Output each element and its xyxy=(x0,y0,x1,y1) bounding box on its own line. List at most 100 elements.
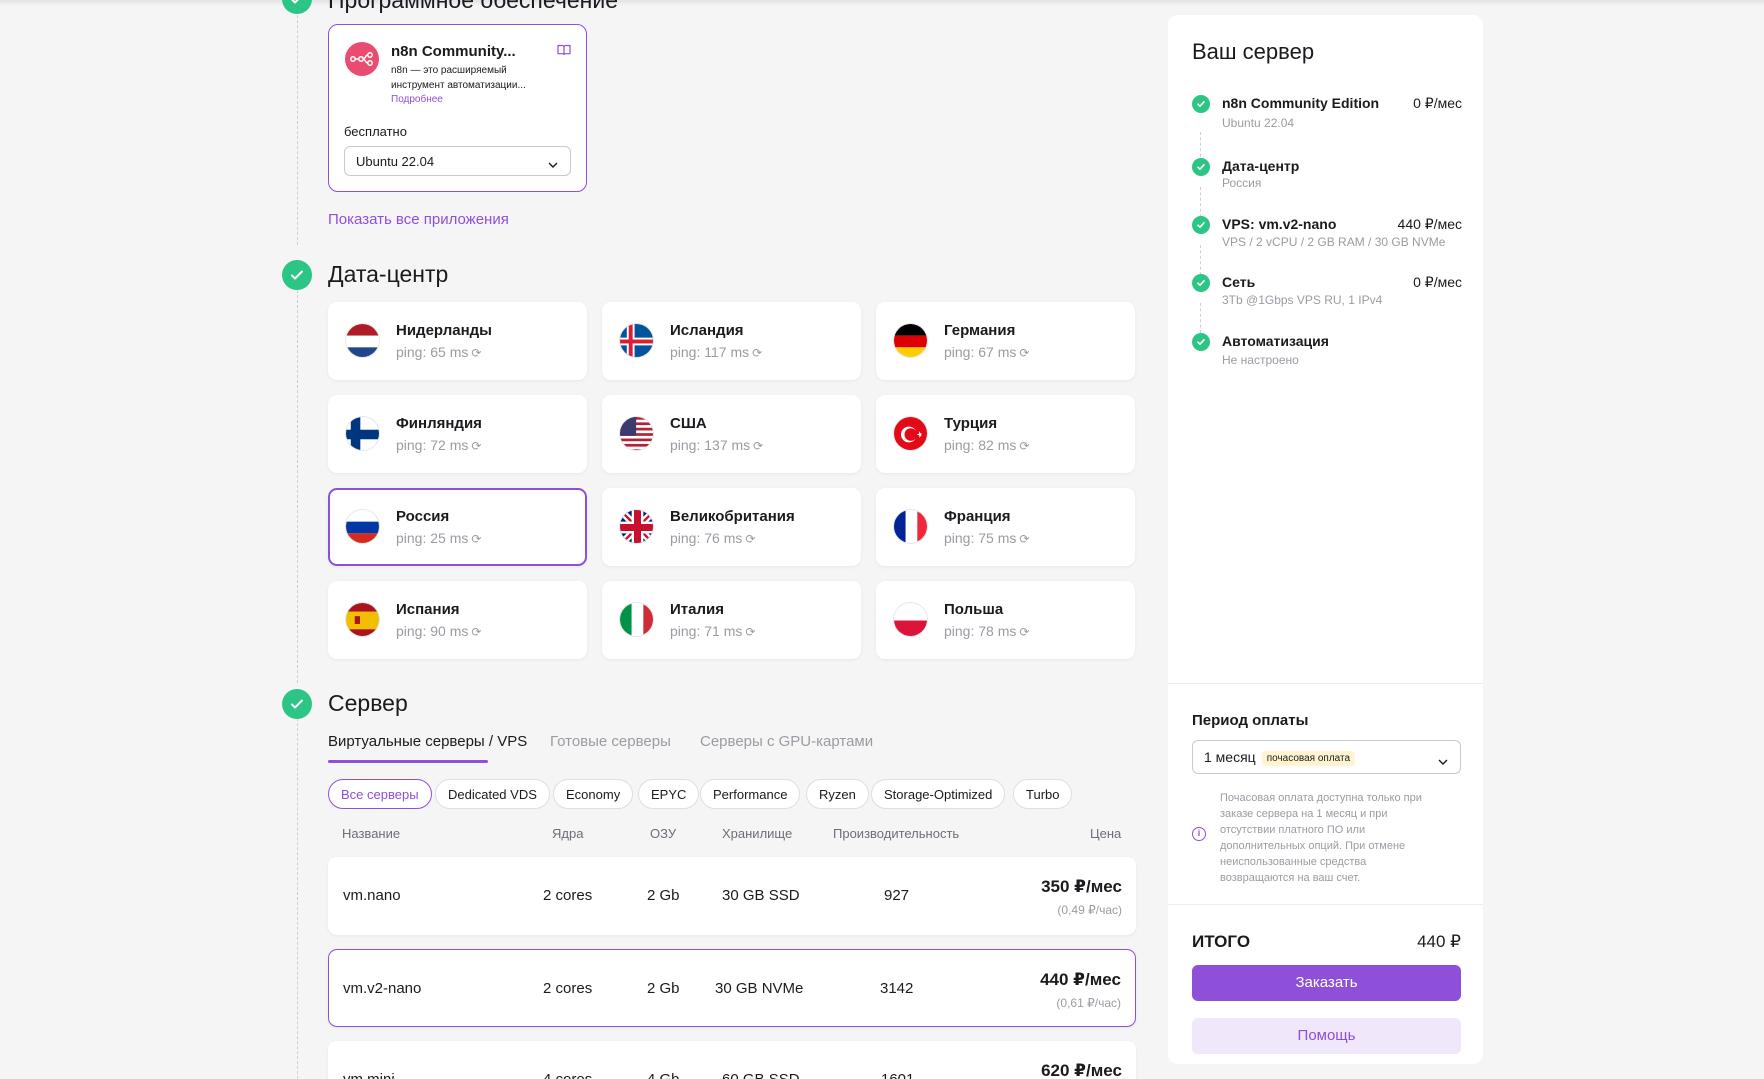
check-icon xyxy=(1192,274,1210,292)
show-all-apps-link[interactable]: Показать все приложения xyxy=(328,211,509,228)
country-card-finland[interactable]: Финляндия ping: 72 ms ⟳ xyxy=(328,395,587,473)
period-select[interactable]: 1 месяц почасовая оплата xyxy=(1192,740,1461,774)
refresh-icon[interactable]: ⟳ xyxy=(1019,532,1029,546)
poland-flag-icon xyxy=(893,602,928,637)
country-card-poland[interactable]: Польша ping: 78 ms ⟳ xyxy=(876,581,1135,659)
server-performance: 3142 xyxy=(880,980,914,997)
server-hourly-price: (0,61 ₽/час) xyxy=(1056,996,1121,1010)
iceland-flag-icon xyxy=(619,323,654,358)
refresh-icon[interactable]: ⟳ xyxy=(1019,439,1029,453)
server-row-vm-mini[interactable]: vm.mini 4 cores 4 Gb 60 GB SSD 1601 620 … xyxy=(328,1041,1136,1079)
check-icon xyxy=(1192,216,1210,234)
france-flag-icon xyxy=(893,509,928,544)
check-icon xyxy=(1192,95,1210,113)
summary-item-sub: VPS / 2 vCPU / 2 GB RAM / 30 GB NVMe xyxy=(1222,235,1446,249)
refresh-icon[interactable]: ⟳ xyxy=(471,346,481,360)
section-title-datacenter: Дата-центр xyxy=(328,261,449,287)
os-select-value: Ubuntu 22.04 xyxy=(356,154,435,169)
server-row-vm-nano[interactable]: vm.nano 2 cores 2 Gb 30 GB SSD 927 350 ₽… xyxy=(328,857,1136,935)
summary-item-name: Сеть xyxy=(1222,274,1256,290)
os-select[interactable]: Ubuntu 22.04 xyxy=(344,146,571,176)
book-icon[interactable] xyxy=(557,43,571,61)
tab-vps[interactable]: Виртуальные серверы / VPS xyxy=(328,733,527,750)
country-card-germany[interactable]: Германия ping: 67 ms ⟳ xyxy=(876,302,1135,380)
country-ping: ping: 75 ms ⟳ xyxy=(944,530,1030,546)
country-card-turkey[interactable]: Турция ping: 82 ms ⟳ xyxy=(876,395,1135,473)
tab-gpu[interactable]: Серверы с GPU-картами xyxy=(700,733,873,750)
refresh-icon[interactable]: ⟳ xyxy=(471,532,481,546)
refresh-icon[interactable]: ⟳ xyxy=(745,625,755,639)
chevron-down-icon xyxy=(548,156,558,171)
refresh-icon[interactable]: ⟳ xyxy=(752,346,762,360)
filter-chip-turbo[interactable]: Turbo xyxy=(1013,779,1073,809)
column-header-performance[interactable]: Производительность xyxy=(833,826,959,841)
software-more-link[interactable]: Подробнее xyxy=(391,94,443,105)
timeline-line xyxy=(297,0,298,245)
summary-item-sub: Ubuntu 22.04 xyxy=(1222,116,1295,130)
column-header-name[interactable]: Название xyxy=(342,826,400,841)
server-cores: 2 cores xyxy=(543,887,593,904)
hourly-badge: почасовая оплата xyxy=(1261,751,1356,766)
summary-dash xyxy=(1200,245,1201,275)
country-name: Италия xyxy=(670,601,724,618)
summary-item-sub: Не настроено xyxy=(1222,353,1299,367)
active-tab-indicator xyxy=(328,760,488,763)
filter-chip-all[interactable]: Все серверы xyxy=(328,779,432,809)
country-ping: ping: 71 ms ⟳ xyxy=(670,623,756,639)
server-price: 350 ₽/мес xyxy=(1041,877,1122,896)
summary-panel: Ваш сервер n8n Community Edition 0 ₽/мес… xyxy=(1168,15,1483,1064)
russia-flag-icon xyxy=(345,509,380,544)
refresh-icon[interactable]: ⟳ xyxy=(471,625,481,639)
chevron-down-icon xyxy=(1438,752,1448,768)
filter-chip-ryzen[interactable]: Ryzen xyxy=(806,779,869,809)
country-card-russia[interactable]: Россия ping: 25 ms ⟳ xyxy=(328,488,587,566)
top-shadow xyxy=(0,0,1764,6)
summary-item-value: 440 ₽/мес xyxy=(1397,216,1462,232)
help-button[interactable]: Помощь xyxy=(1192,1018,1461,1054)
filter-chip-epyc[interactable]: EPYC xyxy=(638,779,700,809)
order-button[interactable]: Заказать xyxy=(1192,965,1461,1001)
filter-chip-storage-optimized[interactable]: Storage-Optimized xyxy=(871,779,1006,809)
country-name: США xyxy=(670,415,707,432)
spain-flag-icon xyxy=(345,602,380,637)
refresh-icon[interactable]: ⟳ xyxy=(1019,346,1029,360)
refresh-icon[interactable]: ⟳ xyxy=(753,439,763,453)
filter-chip-performance[interactable]: Performance xyxy=(700,779,801,809)
filter-chip-dedicated-vds[interactable]: Dedicated VDS xyxy=(435,779,550,809)
country-ping: ping: 76 ms ⟳ xyxy=(670,530,756,546)
section-title-server: Сервер xyxy=(328,690,408,716)
filter-chip-economy[interactable]: Economy xyxy=(553,779,634,809)
server-hourly-price: (0,49 ₽/час) xyxy=(1057,903,1122,917)
column-header-ram[interactable]: ОЗУ xyxy=(650,826,676,841)
refresh-icon[interactable]: ⟳ xyxy=(471,439,481,453)
country-card-uk[interactable]: Великобритания ping: 76 ms ⟳ xyxy=(602,488,861,566)
country-card-usa[interactable]: США ping: 137 ms ⟳ xyxy=(602,395,861,473)
server-cores: 4 cores xyxy=(543,1071,592,1079)
column-header-price[interactable]: Цена xyxy=(1090,826,1121,841)
summary-item-sub: Россия xyxy=(1222,176,1262,190)
summary-item-name: n8n Community Edition xyxy=(1222,95,1380,111)
server-ram: 2 Gb xyxy=(647,887,680,904)
step-check-icon xyxy=(282,260,312,290)
country-card-italy[interactable]: Италия ping: 71 ms ⟳ xyxy=(602,581,861,659)
software-card[interactable]: n8n Community... n8n — это расширяемый и… xyxy=(328,24,587,192)
country-card-iceland[interactable]: Исландия ping: 117 ms ⟳ xyxy=(602,302,861,380)
country-ping: ping: 137 ms ⟳ xyxy=(670,437,764,453)
server-name: vm.v2-nano xyxy=(343,980,422,997)
country-card-france[interactable]: Франция ping: 75 ms ⟳ xyxy=(876,488,1135,566)
summary-dash xyxy=(1200,303,1201,333)
summary-title: Ваш сервер xyxy=(1192,39,1315,64)
refresh-icon[interactable]: ⟳ xyxy=(745,532,755,546)
country-card-netherlands[interactable]: Нидерланды ping: 65 ms ⟳ xyxy=(328,302,587,380)
germany-flag-icon xyxy=(893,323,928,358)
tab-dedicated[interactable]: Готовые серверы xyxy=(550,733,671,750)
server-row-vm-v2-nano[interactable]: vm.v2-nano 2 cores 2 Gb 30 GB NVMe 3142 … xyxy=(328,949,1136,1027)
info-icon: i xyxy=(1192,827,1206,841)
column-header-storage[interactable]: Хранилище xyxy=(722,826,792,841)
refresh-icon[interactable]: ⟳ xyxy=(1019,625,1029,639)
column-header-cores[interactable]: Ядра xyxy=(552,826,583,841)
country-card-spain[interactable]: Испания ping: 90 ms ⟳ xyxy=(328,581,587,659)
netherlands-flag-icon xyxy=(345,323,380,358)
hourly-info-text: Почасовая оплата доступна только при зак… xyxy=(1220,792,1422,884)
country-ping: ping: 82 ms ⟳ xyxy=(944,437,1030,453)
